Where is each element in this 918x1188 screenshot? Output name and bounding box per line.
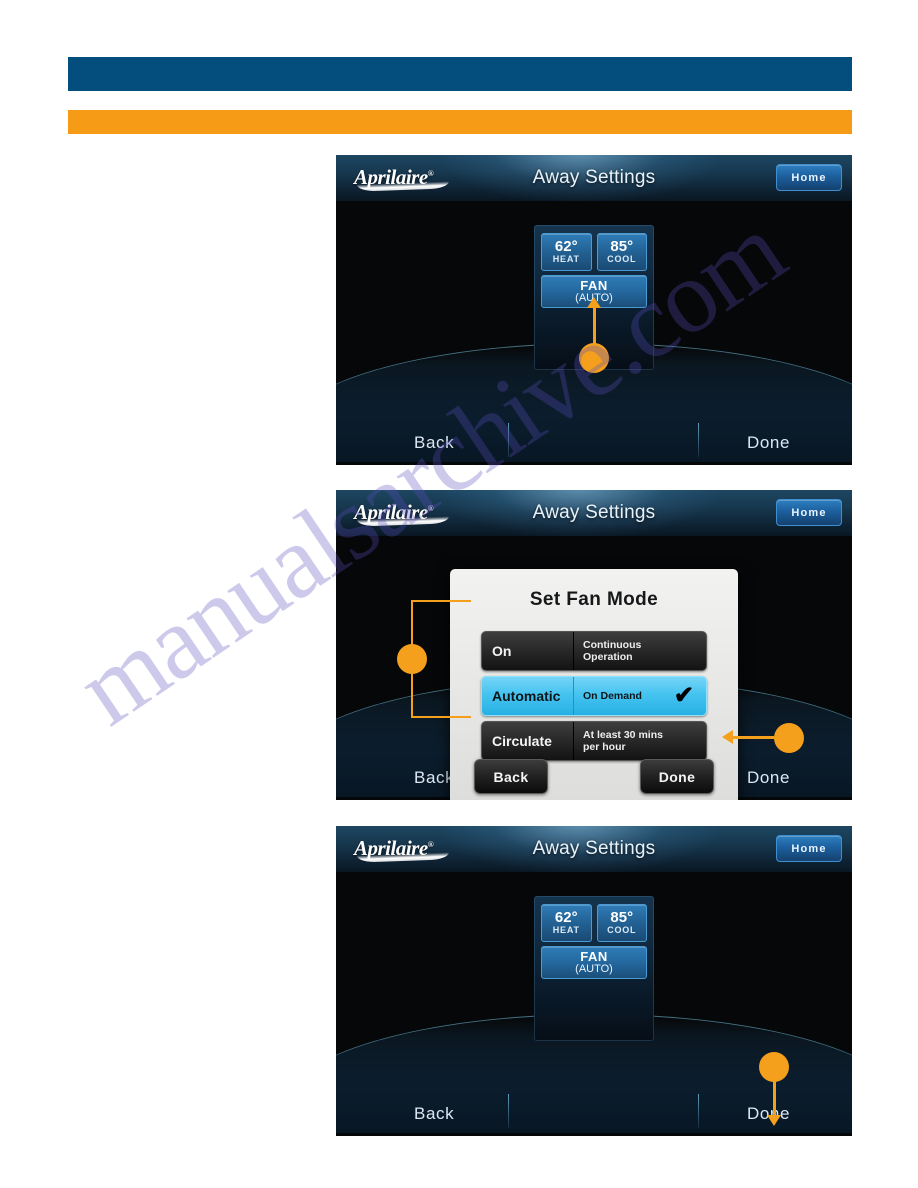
heat-temp-value-1: 62°: [554, 238, 578, 255]
fan-option-on-desc: Continuous Operation: [574, 632, 706, 670]
callout-dot-2-done: [774, 723, 804, 753]
screen1-body: 62° HEAT 85° COOL FAN (AUTO) Back Done: [336, 201, 852, 465]
checkmark-icon: ✔: [673, 682, 694, 709]
screen1-title: Away Settings: [532, 167, 656, 188]
nav-back-3[interactable]: Back: [414, 1104, 454, 1124]
fan-option-on-desc-l1: Continuous: [583, 639, 642, 651]
fan-option-automatic[interactable]: Automatic On Demand ✔: [481, 676, 707, 716]
callout-arrow-head-down-3: [767, 1115, 781, 1126]
cool-label-3: COOL: [607, 925, 637, 935]
callout-arrow-line-2: [731, 736, 779, 739]
dialog-title: Set Fan Mode: [529, 589, 659, 610]
screen3-title: Away Settings: [532, 838, 656, 859]
fan-option-circulate[interactable]: Circulate At least 30 mins per hour: [481, 721, 707, 761]
fan-option-circulate-desc-l2: per hour: [583, 741, 626, 753]
nav-back-2[interactable]: Back: [414, 768, 454, 788]
callout-arrow-line-3: [773, 1080, 776, 1117]
heat-label-3: HEAT: [552, 925, 580, 935]
nav-divider-left-3: [508, 1094, 509, 1128]
screen2-body: Set Fan Mode On Continuous Operation Aut…: [336, 536, 852, 800]
heat-setpoint-3[interactable]: 62° HEAT: [541, 904, 592, 942]
cool-temp-value-3: 85°: [610, 909, 634, 926]
fan-option-on[interactable]: On Continuous Operation: [481, 631, 707, 671]
callout-arrow-head-up-1: [587, 297, 601, 308]
fan-mode-value-3: (AUTO): [575, 962, 613, 975]
callout-dot-3: [759, 1052, 789, 1082]
nav-divider-right-1: [698, 423, 699, 457]
heat-label-1: HEAT: [552, 254, 580, 264]
fan-option-circulate-desc: At least 30 mins per hour: [574, 722, 706, 760]
set-fan-mode-dialog: Set Fan Mode On Continuous Operation Aut…: [450, 569, 738, 800]
fan-option-on-name: On: [482, 632, 574, 670]
dialog-done-button[interactable]: Done: [640, 759, 714, 794]
screen3-body: 62° HEAT 85° COOL FAN (AUTO) Back Done: [336, 872, 852, 1136]
nav-done-1[interactable]: Done: [747, 433, 790, 453]
thermostat-panel-3: 62° HEAT 85° COOL FAN (AUTO): [534, 896, 654, 1041]
callout-dot-1: [579, 343, 609, 373]
nav-divider-right-3: [698, 1094, 699, 1128]
screen2-header: Aprilaire® Away Settings Home: [336, 490, 852, 537]
cool-temp-value-1: 85°: [610, 238, 634, 255]
fan-mode-option-list: On Continuous Operation Automatic On Dem…: [481, 631, 707, 766]
fan-mode-button-3[interactable]: FAN (AUTO): [541, 946, 647, 979]
fan-option-automatic-name: Automatic: [482, 677, 574, 715]
fan-option-circulate-name: Circulate: [482, 722, 574, 760]
setpoint-row-1: 62° HEAT 85° COOL: [541, 233, 647, 271]
bracket-top-arm: [411, 600, 471, 602]
callout-dot-2-bracket: [397, 644, 427, 674]
fan-option-automatic-desc-l1: On Demand: [583, 690, 642, 702]
home-button-3[interactable]: Home: [776, 835, 842, 862]
fan-label-1: FAN: [580, 277, 608, 293]
screen3-header: Aprilaire® Away Settings Home: [336, 826, 852, 873]
nav-divider-left-1: [508, 423, 509, 457]
cool-setpoint-3[interactable]: 85° COOL: [596, 904, 647, 942]
fan-label-3: FAN: [580, 948, 608, 964]
fan-option-circulate-desc-l1: At least 30 mins: [583, 729, 663, 741]
heat-temp-value-3: 62°: [554, 909, 578, 926]
home-button-1[interactable]: Home: [776, 164, 842, 191]
heat-setpoint-1[interactable]: 62° HEAT: [541, 233, 592, 271]
thermostat-screen-3: Aprilaire® Away Settings Home 62° HEAT 8…: [336, 826, 852, 1136]
fan-option-on-desc-l2: Operation: [583, 651, 633, 663]
home-button-2[interactable]: Home: [776, 499, 842, 526]
nav-done-2[interactable]: Done: [747, 768, 790, 788]
dialog-back-button[interactable]: Back: [474, 759, 548, 794]
screen2-title: Away Settings: [532, 502, 656, 523]
header-blue-bar: [68, 57, 852, 91]
bracket-bottom-arm: [411, 716, 471, 718]
screen1-bottom-nav: Back Done: [336, 409, 852, 465]
cool-setpoint-1[interactable]: 85° COOL: [596, 233, 647, 271]
cool-label-1: COOL: [607, 254, 637, 264]
nav-back-1[interactable]: Back: [414, 433, 454, 453]
setpoint-row-3: 62° HEAT 85° COOL: [541, 904, 647, 942]
screen1-header: Aprilaire® Away Settings Home: [336, 155, 852, 202]
thermostat-screen-2: Aprilaire® Away Settings Home Set Fan Mo…: [336, 490, 852, 800]
callout-arrow-head-left-2: [722, 730, 733, 744]
header-orange-bar: [68, 110, 852, 134]
thermostat-screen-1: Aprilaire® Away Settings Home 62° HEAT 8…: [336, 155, 852, 465]
